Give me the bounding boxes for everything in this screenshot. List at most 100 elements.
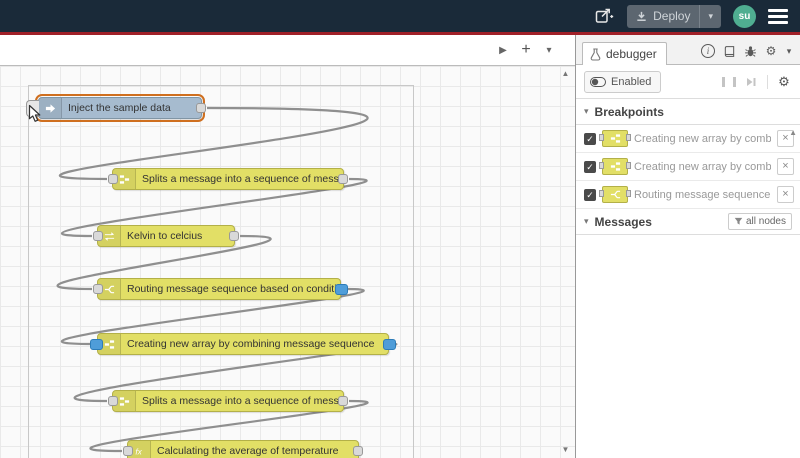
- node-port-out-breakpoint[interactable]: [383, 339, 396, 350]
- menu-bar: [768, 8, 788, 12]
- node-port-out-breakpoint[interactable]: [335, 284, 348, 295]
- tab-scroll-right-button[interactable]: ▶: [493, 39, 513, 61]
- menu-bar: [768, 14, 788, 18]
- sidebar: debugger i ⚙ ▾ Enabled ⚙ ▾ Breakpoints ✓…: [575, 35, 800, 458]
- scroll-up-icon[interactable]: ▲: [562, 68, 570, 80]
- flow-node-split[interactable]: Splits a message into a sequence of mess…: [108, 390, 348, 412]
- inject-icon: [39, 98, 62, 118]
- switch-node-chip-icon: [599, 186, 631, 203]
- export-sparkle-icon: [595, 8, 614, 23]
- sidebar-tab-icons: i ⚙ ▾: [699, 43, 800, 64]
- node-label: Inject the sample data: [68, 102, 171, 114]
- collapse-chevron-icon: ▾: [584, 216, 589, 226]
- breakpoint-label: Creating new array by combining message …: [634, 160, 771, 173]
- bug-icon: [744, 45, 756, 57]
- debugger-toolbar: Enabled ⚙: [576, 65, 800, 99]
- node-port-in[interactable]: [108, 174, 118, 184]
- node-red-app: Deploy ▾ su ▶ + ▾ Inject the sample data…: [0, 0, 800, 458]
- node-label: Creating new array by combining message …: [127, 338, 375, 350]
- breakpoint-checkbox[interactable]: ✓: [584, 132, 596, 145]
- export-flows-button[interactable]: [593, 5, 615, 27]
- inject-trigger-button[interactable]: [26, 100, 39, 117]
- join-node-chip-icon: [599, 158, 631, 175]
- breakpoint-row: ✓ Creating new array by combining message…: [576, 153, 800, 181]
- enabled-label: Enabled: [611, 75, 652, 88]
- sidebar-tabbar: debugger i ⚙ ▾: [576, 35, 800, 65]
- pause-button[interactable]: [721, 74, 737, 90]
- breakpoints-section: ▾ Breakpoints ✓ Creating new array by com…: [576, 99, 800, 209]
- node-port-in[interactable]: [93, 231, 103, 241]
- node-port-in[interactable]: [93, 284, 103, 294]
- node-port-in[interactable]: [123, 446, 133, 456]
- step-forward-icon: [747, 77, 756, 86]
- add-flow-button[interactable]: +: [516, 39, 536, 61]
- tab-debugger[interactable]: debugger: [582, 42, 667, 65]
- node-label: Calculating the average of temperature: [157, 445, 339, 457]
- flow-node-inject[interactable]: Inject the sample data: [26, 94, 206, 122]
- user-avatar[interactable]: su: [733, 4, 756, 28]
- node-port-out[interactable]: [353, 446, 363, 456]
- node-port-in-breakpoint[interactable]: [90, 339, 103, 350]
- join-node-chip-icon: [599, 130, 631, 147]
- breakpoint-row: ✓ Routing message sequence based on condi…: [576, 181, 800, 209]
- breakpoint-label: Creating new array by combining message …: [634, 132, 771, 145]
- flow-node-switch[interactable]: Routing message sequence based on condit…: [93, 278, 348, 300]
- toggle-icon: [590, 76, 606, 87]
- info-icon: i: [701, 44, 715, 58]
- breakpoint-checkbox[interactable]: ✓: [584, 160, 596, 173]
- header: Deploy ▾ su: [0, 0, 800, 32]
- node-port-in[interactable]: [108, 396, 118, 406]
- sidebar-options-chevron[interactable]: ▾: [783, 43, 795, 59]
- main-menu-button[interactable]: [768, 8, 788, 24]
- toolbar-divider: [767, 74, 768, 89]
- debugger-flask-icon: [590, 47, 601, 61]
- filter-label: all nodes: [745, 216, 786, 227]
- book-icon: [724, 45, 734, 57]
- debugger-controls: ⚙: [721, 74, 792, 90]
- breakpoint-checkbox[interactable]: ✓: [584, 188, 596, 201]
- breakpoint-row: ✓ Creating new array by combining message…: [576, 125, 800, 153]
- debugger-enabled-toggle[interactable]: Enabled: [584, 70, 662, 93]
- canvas-scrollbar[interactable]: ▲ ▼: [559, 68, 572, 456]
- info-icon-button[interactable]: i: [699, 43, 717, 59]
- tab-label: debugger: [606, 47, 657, 61]
- messages-section: ▾ Messages all nodes: [576, 209, 800, 375]
- remove-breakpoint-button[interactable]: ×: [777, 186, 794, 203]
- workspace: ▶ + ▾ Inject the sample data Splits a mes…: [0, 35, 575, 458]
- settings-gear-button[interactable]: ⚙: [762, 43, 780, 59]
- step-button[interactable]: [743, 74, 759, 90]
- flow-node-join[interactable]: Creating new array by combining message …: [90, 333, 396, 355]
- node-port-out[interactable]: [229, 231, 239, 241]
- breakpoint-label: Routing message sequence based on condit…: [634, 188, 771, 201]
- flow-node-split[interactable]: Splits a message into a sequence of mess…: [108, 168, 348, 190]
- deploy-button[interactable]: Deploy ▾: [627, 4, 721, 28]
- flow-canvas[interactable]: Inject the sample data Splits a message i…: [0, 66, 575, 458]
- messages-header[interactable]: ▾ Messages all nodes: [576, 209, 800, 235]
- messages-filter-button[interactable]: all nodes: [727, 213, 792, 230]
- funnel-icon: [734, 217, 743, 225]
- svg-text:fx: fx: [135, 447, 142, 456]
- deploy-options-chevron[interactable]: ▾: [699, 4, 721, 28]
- flow-list-chevron[interactable]: ▾: [539, 39, 559, 61]
- scroll-down-icon[interactable]: ▼: [562, 444, 570, 456]
- node-port-out[interactable]: [338, 396, 348, 406]
- workspace-tabbar: ▶ + ▾: [0, 35, 575, 66]
- deploy-label: Deploy: [653, 9, 691, 23]
- docs-icon-button[interactable]: [720, 43, 738, 59]
- remove-breakpoint-button[interactable]: ×: [777, 158, 794, 175]
- collapse-chevron-icon: ▾: [584, 106, 589, 116]
- node-port-out[interactable]: [196, 103, 206, 113]
- bug-icon-button[interactable]: [741, 43, 759, 59]
- list-scroll-up-icon[interactable]: ▲: [789, 128, 797, 137]
- node-label: Splits a message into a sequence of mess…: [142, 173, 343, 185]
- node-label: Kelvin to celcius: [127, 230, 203, 242]
- breakpoints-title: Breakpoints: [594, 104, 664, 119]
- flow-node-function[interactable]: fx Calculating the average of temperature: [123, 440, 363, 458]
- deploy-icon: [627, 10, 651, 23]
- node-label: Splits a message into a sequence of mess…: [142, 395, 343, 407]
- node-port-out[interactable]: [338, 174, 348, 184]
- flow-node-change[interactable]: Kelvin to celcius: [93, 225, 239, 247]
- debugger-settings-button[interactable]: ⚙: [776, 74, 792, 90]
- breakpoints-header[interactable]: ▾ Breakpoints: [576, 99, 800, 125]
- node-label: Routing message sequence based on condit…: [127, 283, 340, 295]
